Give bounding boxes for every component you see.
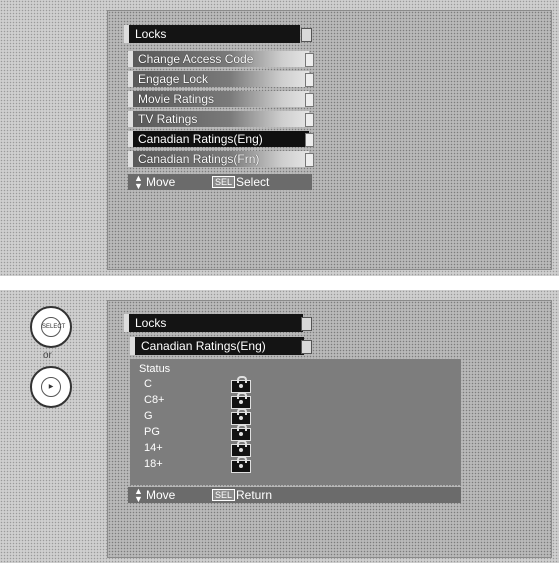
menu-cap-icon (305, 133, 314, 147)
menu-item-tv-ratings[interactable]: TV Ratings (128, 111, 309, 127)
lock-icon[interactable] (231, 456, 251, 473)
menu-item-canadian-ratings-eng[interactable]: Canadian Ratings(Eng) (128, 131, 309, 147)
bottom-footer-bar: ▲ ▼ Move SEL Return (128, 486, 461, 504)
right-dpad-button[interactable]: ▶ (30, 366, 72, 408)
menu-item-engage-lock[interactable]: Engage Lock (128, 71, 309, 87)
menu-cap-icon (305, 73, 314, 87)
right-arrow-icon[interactable]: ▶ (41, 377, 61, 397)
sel-button-icon: SEL (212, 176, 236, 188)
top-panel: Locks Change Access Code Engage Lock Mov… (0, 0, 559, 276)
locks-header: Locks (124, 25, 300, 43)
menu-cap-icon (305, 93, 314, 107)
up-down-arrow-icon: ▲ ▼ (134, 486, 143, 504)
move-label: Move (146, 175, 176, 189)
status-panel: Status C C8+ G PG 14+ 18+ (130, 359, 461, 485)
locks-header-label: Locks (135, 316, 167, 330)
menu-cap-icon (305, 53, 314, 67)
or-text: or (43, 350, 52, 361)
select-label: Select (236, 175, 270, 189)
bottom-panel: SELECT or ▶ Locks Canadian Ratings(Eng) … (0, 290, 559, 563)
menu-item-canadian-ratings-frn[interactable]: Canadian Ratings(Frn) (128, 151, 309, 167)
sub-header-label: Canadian Ratings(Eng) (141, 339, 266, 353)
menu-item-label: Movie Ratings (138, 92, 215, 106)
header-tab-icon (301, 28, 312, 42)
menu-item-label: Engage Lock (138, 72, 209, 86)
menu-item-change-access-code[interactable]: Change Access Code (128, 51, 309, 67)
rating-label: 18+ (144, 458, 163, 470)
top-tv-screen: Locks Change Access Code Engage Lock Mov… (107, 10, 552, 270)
sub-header-tab-icon (301, 340, 312, 354)
menu-item-label: Canadian Ratings(Eng) (138, 132, 263, 146)
rating-label: C (144, 378, 152, 390)
menu-item-label: TV Ratings (138, 112, 198, 126)
rating-label: C8+ (144, 394, 165, 406)
move-label: Move (146, 488, 176, 502)
rating-label: PG (144, 426, 160, 438)
locks-header: Locks (124, 314, 303, 332)
menu-item-label: Canadian Ratings(Frn) (138, 152, 260, 166)
select-button-center[interactable]: SELECT (41, 317, 65, 337)
sub-header: Canadian Ratings(Eng) (130, 337, 304, 355)
return-label: Return (236, 488, 273, 502)
rating-label: G (144, 410, 153, 422)
locks-header-label: Locks (135, 27, 167, 41)
up-down-arrow-icon: ▲ ▼ (134, 173, 143, 191)
top-footer-bar: ▲ ▼ Move SEL Select (128, 173, 312, 191)
menu-cap-icon (305, 113, 314, 127)
status-title: Status (139, 363, 171, 375)
bottom-tv-screen: Locks Canadian Ratings(Eng) Status C C8+… (107, 300, 552, 558)
sel-button-icon: SEL (212, 489, 236, 501)
menu-cap-icon (305, 153, 314, 167)
header-tab-icon (301, 317, 312, 331)
rating-label: 14+ (144, 442, 163, 454)
menu-item-movie-ratings[interactable]: Movie Ratings (128, 91, 309, 107)
menu-item-label: Change Access Code (138, 52, 254, 66)
select-dpad-button[interactable]: SELECT (30, 306, 72, 348)
